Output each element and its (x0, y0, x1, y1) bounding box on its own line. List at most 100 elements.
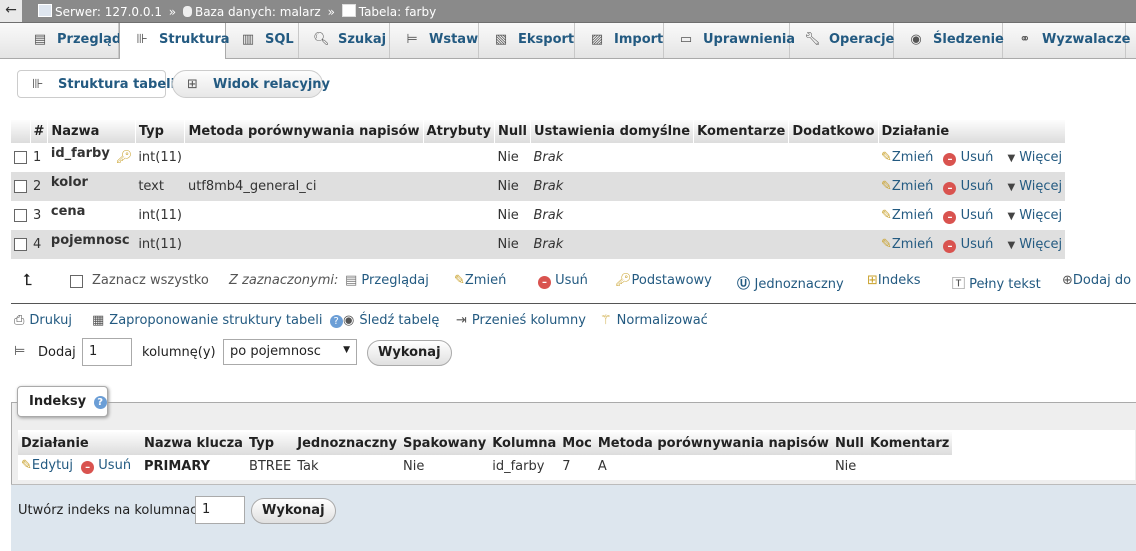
field-extra (788, 143, 878, 172)
field-attributes (423, 201, 495, 230)
column-header[interactable]: Null (494, 120, 532, 143)
row-actions: ✎Zmień – Usuń ▼ Więcej (878, 230, 1066, 259)
breadcrumb-table[interactable]: Tabela: farby (359, 5, 436, 19)
drop-link[interactable]: Usuń (961, 237, 994, 252)
row-checkbox[interactable] (14, 180, 27, 193)
more-triangle-icon: ▼ (1007, 152, 1016, 164)
field-type: int(11) (135, 201, 185, 230)
tab-browse[interactable]: ▤ Przeglądaj (18, 23, 134, 58)
table-row[interactable]: 4 pojemnosc int(11) Nie Brak ✎Zmień – Us… (11, 230, 1066, 259)
divider (11, 303, 1136, 304)
breadcrumb-server[interactable]: Serwer: 127.0.0.1 (55, 5, 162, 19)
table-row[interactable]: 2 kolor text utf8mb4_general_ci Nie Brak… (11, 172, 1066, 201)
column-header[interactable]: Ustawienia domyślne (530, 120, 695, 143)
tab-privileges[interactable]: ▭ Uprawnienia (664, 23, 795, 58)
bulk-change-button[interactable]: ✎Zmień (454, 273, 506, 288)
with-selected-label: Z zaznaczonymi: (229, 273, 339, 288)
tab-tracking[interactable]: ◉ Śledzenie (894, 23, 1004, 58)
row-checkbox-cell (11, 201, 30, 230)
column-header[interactable]: Typ (135, 120, 186, 143)
relational-view-label: Widok relacyjny (213, 77, 331, 92)
edit-index-link[interactable]: Edytuj (32, 458, 73, 473)
tab-triggers[interactable]: ⚭ Wyzwalacze (1003, 23, 1130, 58)
bulk-add-to-label: Dodaj do (1072, 273, 1132, 288)
check-all-label[interactable]: Zaznacz wszystko (92, 273, 209, 288)
create-index-count-input[interactable]: 1 (195, 496, 245, 524)
drop-link[interactable]: Usuń (961, 150, 994, 165)
breadcrumb-database[interactable]: Baza danych: malarz (195, 5, 321, 19)
drop-icon: – (943, 181, 957, 195)
add-columns-count-input[interactable]: 1 (82, 338, 132, 366)
move-columns-link[interactable]: ⇥ Przenieś kolumny (456, 313, 586, 328)
change-link[interactable]: Zmień (892, 208, 933, 223)
structure-view-button[interactable]: ⊪ Struktura tabeli (17, 70, 175, 98)
bulk-unique-label: Jednoznaczny (754, 277, 844, 292)
tab-operations[interactable]: 🔧︎ Operacje (790, 23, 894, 58)
create-index-go-button[interactable]: Wykonaj (251, 498, 336, 524)
track-table-link[interactable]: ◉ Śledź tabelę (343, 313, 439, 328)
more-link[interactable]: Więcej (1019, 208, 1062, 223)
breadcrumb-bar: ← Serwer: 127.0.0.1 » Baza danych: malar… (0, 0, 1136, 23)
change-link[interactable]: Zmień (892, 179, 933, 194)
propose-structure-link[interactable]: ▦ Zaproponowanie struktury tabeli ? (92, 313, 343, 328)
field-name-cell: id_farby 🔑︎ (47, 143, 136, 172)
field-name[interactable]: id_farby (51, 146, 110, 161)
relational-view-button[interactable]: ⊞ Widok relacyjny (172, 70, 330, 98)
field-comments (693, 230, 789, 259)
column-header[interactable]: Komentarze (693, 120, 790, 143)
column-header[interactable]: Dodatkowo (788, 120, 879, 143)
drop-link[interactable]: Usuń (961, 208, 994, 223)
column-header[interactable]: Metoda porównywania napisów (184, 120, 424, 143)
drop-icon: – (81, 461, 95, 474)
bulk-fulltext-button[interactable]: 🅃 Pełny tekst (952, 273, 1041, 292)
index-unique: Tak (297, 458, 319, 474)
more-link[interactable]: Więcej (1019, 150, 1062, 165)
bulk-index-button[interactable]: ⊞Indeks (867, 273, 921, 288)
add-columns-go-button[interactable]: Wykonaj (367, 340, 452, 366)
drop-index-link[interactable]: Usuń (98, 458, 131, 473)
bulk-unique-button[interactable]: Ⓤ Jednoznaczny (737, 273, 844, 292)
more-link[interactable]: Więcej (1019, 237, 1062, 252)
tab-insert[interactable]: ⊨ Wstaw (390, 23, 479, 58)
more-link[interactable]: Więcej (1019, 179, 1062, 194)
indexes-legend: Indeksy ? (17, 386, 108, 417)
triggers-icon: ⚭ (1019, 32, 1031, 47)
normalize-link[interactable]: ⚚ Normalizować (600, 313, 708, 328)
print-link[interactable]: ⎙ Drukuj (14, 313, 72, 328)
bulk-primary-button[interactable]: 🔑︎Podstawowy (615, 273, 712, 288)
drop-link[interactable]: Usuń (961, 179, 994, 194)
table-row[interactable]: 3 cena int(11) Nie Brak ✎Zmień – Usuń ▼ W… (11, 201, 1066, 230)
tab-sql[interactable]: ▥ SQL (226, 23, 299, 58)
field-default: Brak (530, 172, 694, 201)
check-all-checkbox[interactable] (70, 275, 83, 288)
field-default: Brak (530, 230, 694, 259)
column-position-select[interactable]: po pojemnosc ▼ (223, 339, 357, 365)
sql-icon: ▥ (241, 32, 255, 47)
field-attributes (423, 172, 495, 201)
change-link[interactable]: Zmień (892, 237, 933, 252)
row-checkbox[interactable] (14, 209, 27, 222)
back-arrow-icon[interactable]: ← (0, 0, 22, 22)
row-checkbox[interactable] (14, 238, 27, 251)
field-collation (184, 230, 424, 259)
help-icon[interactable]: ? (329, 315, 343, 328)
change-link[interactable]: Zmień (892, 150, 933, 165)
tab-structure[interactable]: ⊪ Struktura (119, 23, 230, 59)
table-row[interactable]: 1 id_farby 🔑︎ int(11) Nie Brak ✎Zmień – U… (11, 143, 1066, 172)
field-name[interactable]: pojemnosc (51, 233, 130, 248)
row-checkbox[interactable] (14, 151, 27, 164)
index-comment (867, 455, 952, 477)
tab-export[interactable]: ▧ Eksport (479, 23, 575, 58)
bulk-browse-button[interactable]: ▤ Przeglądaj (345, 273, 429, 288)
bulk-drop-button[interactable]: – Usuń (538, 273, 588, 289)
tab-import[interactable]: ▨ Import (575, 23, 664, 58)
column-header[interactable]: Nazwa (47, 120, 136, 143)
field-name[interactable]: cena (51, 204, 86, 219)
tab-search[interactable]: 🔍︎ Szukaj (299, 23, 390, 58)
column-header[interactable]: Atrybuty (423, 120, 495, 143)
field-name[interactable]: kolor (51, 175, 88, 190)
bulk-add-to-button[interactable]: ⊕Dodaj do (1062, 273, 1131, 288)
tab-label: Wyzwalacze (1042, 32, 1131, 47)
column-header: Komentarz (866, 432, 953, 455)
help-icon[interactable]: ? (93, 396, 107, 409)
